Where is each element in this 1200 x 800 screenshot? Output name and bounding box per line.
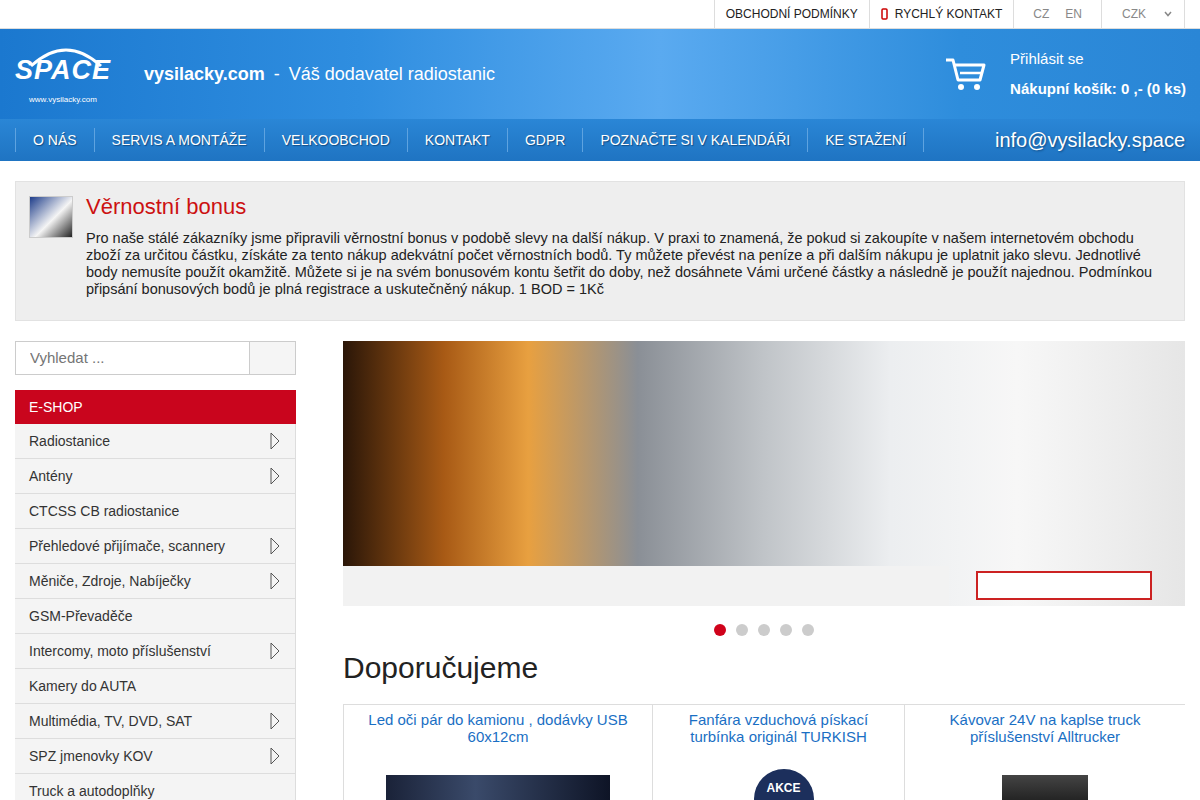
search-button[interactable] xyxy=(250,341,296,375)
nav-item[interactable]: POZNAČTE SI V KALENDÁŘI xyxy=(582,128,807,152)
sidebar-item[interactable]: GSM-Převaděče xyxy=(15,599,296,634)
sidebar-item[interactable]: Intercomy, moto příslušenství xyxy=(15,634,296,669)
search-form xyxy=(15,341,296,375)
nav-item[interactable]: VELKOOBCHOD xyxy=(264,128,407,152)
sidebar-item[interactable]: Antény xyxy=(15,459,296,494)
sidebar: E-SHOP Radiostanice Antény CTCSS CB radiost… xyxy=(15,341,296,800)
logo-arc-icon xyxy=(25,40,107,70)
product-card[interactable]: Led oči pár do kamionu , dodávky USB 60x… xyxy=(343,705,652,800)
slider-dots xyxy=(343,624,1185,636)
product-card[interactable]: Kávovar 24V na kaplse truck příslušenstv… xyxy=(904,705,1185,800)
chevron-right-icon xyxy=(269,747,281,765)
sidebar-item-label: Antény xyxy=(29,466,73,487)
chevron-right-icon xyxy=(269,712,281,730)
cart-summary[interactable]: Nákupní košík: 0 ,- (0 ks) xyxy=(1010,78,1186,101)
site-name: vysilacky.com xyxy=(144,61,265,88)
loyalty-image xyxy=(29,196,73,238)
site-separator: - xyxy=(274,61,280,88)
site-header: SPACEwww.vysilacky.com vysilacky.com-Váš … xyxy=(0,29,1200,119)
sidebar-item[interactable]: Přehledové přijímače, scannery xyxy=(15,529,296,564)
sidebar-item-label: Měniče, Zdroje, Nabíječky xyxy=(29,571,191,592)
banner-strip xyxy=(343,566,949,606)
main-area: E-SHOP Radiostanice Antény CTCSS CB radiost… xyxy=(0,321,1200,800)
sidebar-item-label: Multimédia, TV, DVD, SAT xyxy=(29,711,192,732)
search-input[interactable] xyxy=(15,341,250,375)
sidebar-item[interactable]: SPZ jmenovky KOV xyxy=(15,739,296,774)
content: Doporučujeme Led oči pár do kamionu , dod… xyxy=(343,341,1185,800)
sidebar-item-label: Intercomy, moto příslušenství xyxy=(29,641,211,662)
sidebar-item-label: Radiostanice xyxy=(29,431,110,452)
top-bar: OBCHODNÍ PODMÍNKY RYCHLÝ KONTAKT CZEN CZK xyxy=(0,0,1200,29)
sidebar-item[interactable]: Kamery do AUTA xyxy=(15,669,296,704)
sidebar-item-label: SPZ jmenovky KOV xyxy=(29,746,153,767)
sidebar-item[interactable]: Truck a autodoplňky xyxy=(15,774,296,800)
top-link[interactable]: RYCHLÝ KONTAKT xyxy=(869,0,1014,28)
nav-item[interactable]: O NÁS xyxy=(15,128,94,152)
sidebar-item-label: CTCSS CB radiostanice xyxy=(29,501,179,522)
site-tagline: Váš dodavatel radiostanic xyxy=(289,61,495,88)
slider-dot[interactable] xyxy=(802,624,814,636)
recommended-title: Doporučujeme xyxy=(343,650,1185,686)
product-list: Led oči pár do kamionu , dodávky USB 60x… xyxy=(343,704,1185,800)
product-image[interactable] xyxy=(386,775,610,800)
top-link-label: OBCHODNÍ PODMÍNKY xyxy=(726,5,858,23)
product-card[interactable]: Fanfára vzduchová pískací turbínka origi… xyxy=(652,705,904,800)
sale-badge: AKCE xyxy=(754,769,814,800)
contact-email[interactable]: info@vysilacky.space xyxy=(995,125,1185,155)
banner-slider[interactable] xyxy=(343,341,1185,606)
nav-item[interactable]: GDPR xyxy=(507,128,582,152)
user-area: Přihlásit se Nákupní košík: 0 ,- (0 ks) xyxy=(944,48,1186,101)
cart-icon xyxy=(944,56,986,92)
chevron-right-icon xyxy=(269,537,281,555)
slider-dot[interactable] xyxy=(714,624,726,636)
menu-heading[interactable]: E-SHOP xyxy=(15,390,296,424)
nav-item[interactable]: KONTAKT xyxy=(407,128,507,152)
language-option[interactable]: CZ xyxy=(1025,5,1057,23)
product-title[interactable]: Led oči pár do kamionu , dodávky USB 60x… xyxy=(352,711,644,745)
product-title[interactable]: Kávovar 24V na kaplse truck příslušenstv… xyxy=(913,711,1177,745)
language-switch: CZEN xyxy=(1013,0,1101,28)
sidebar-item[interactable]: Měniče, Zdroje, Nabíječky xyxy=(15,564,296,599)
phone-icon xyxy=(881,8,889,20)
sidebar-item[interactable]: CTCSS CB radiostanice xyxy=(15,494,296,529)
sidebar-item-label: Truck a autodoplňky xyxy=(29,781,155,800)
login-link[interactable]: Přihlásit se xyxy=(1010,48,1186,71)
slider-dot[interactable] xyxy=(780,624,792,636)
top-link-label: RYCHLÝ KONTAKT xyxy=(895,5,1003,23)
loyalty-text: Pro naše stálé zákazníky jsme připravili… xyxy=(86,230,1170,298)
currency-label: CZK xyxy=(1122,5,1146,23)
banner-button[interactable] xyxy=(976,571,1152,600)
sidebar-item[interactable]: Radiostanice xyxy=(15,424,296,459)
main-nav: O NÁSSERVIS A MONTÁŽEVELKOOBCHODKONTAKTG… xyxy=(0,119,1200,161)
loyalty-title: Věrnostní bonus xyxy=(86,194,1170,220)
sidebar-item[interactable]: Multimédia, TV, DVD, SAT xyxy=(15,704,296,739)
slider-dot[interactable] xyxy=(736,624,748,636)
top-link[interactable]: OBCHODNÍ PODMÍNKY xyxy=(714,0,869,28)
currency-select[interactable]: CZK xyxy=(1101,0,1185,28)
product-title[interactable]: Fanfára vzduchová pískací turbínka origi… xyxy=(661,711,896,745)
slider-dot[interactable] xyxy=(758,624,770,636)
chevron-right-icon xyxy=(269,572,281,590)
logo-url: www.vysilacky.com xyxy=(29,94,97,106)
chevron-right-icon xyxy=(269,432,281,450)
chevron-right-icon xyxy=(269,642,281,660)
loyalty-body: Věrnostní bonus Pro naše stálé zákazníky … xyxy=(86,194,1170,298)
caret-icon xyxy=(1164,11,1172,17)
sidebar-item-label: Přehledové přijímače, scannery xyxy=(29,536,225,557)
loyalty-box: Věrnostní bonus Pro naše stálé zákazníky … xyxy=(15,181,1185,321)
product-image[interactable] xyxy=(1002,775,1088,800)
site-logo[interactable]: SPACEwww.vysilacky.com xyxy=(15,38,111,110)
sidebar-item-label: Kamery do AUTA xyxy=(29,676,136,697)
language-option[interactable]: EN xyxy=(1057,5,1090,23)
sidebar-item-label: GSM-Převaděče xyxy=(29,606,132,627)
chevron-right-icon xyxy=(269,467,281,485)
nav-item[interactable]: SERVIS A MONTÁŽE xyxy=(94,128,264,152)
user-links: Přihlásit se Nákupní košík: 0 ,- (0 ks) xyxy=(1010,48,1186,101)
nav-item[interactable]: KE STAŽENÍ xyxy=(807,128,924,152)
